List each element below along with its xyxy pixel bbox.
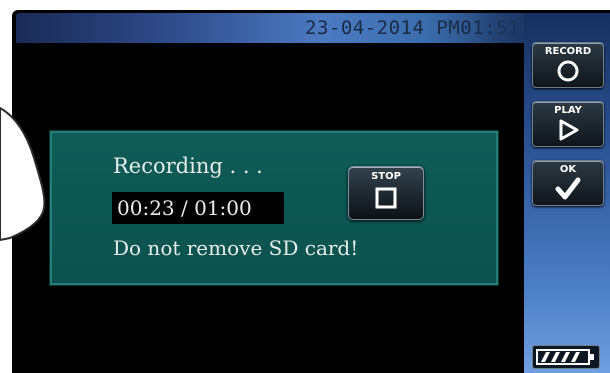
record-button[interactable]: RECORD [532, 42, 604, 88]
battery-icon [532, 345, 600, 369]
stop-square-icon [375, 187, 397, 209]
play-button-label: PLAY [554, 105, 582, 116]
stop-button[interactable]: STOP [348, 166, 424, 220]
battery-graphic [536, 349, 594, 365]
stop-button-label: STOP [371, 171, 401, 182]
ok-button-label: OK [559, 164, 577, 175]
status-bar-fade [474, 13, 528, 43]
circle-icon [557, 60, 579, 82]
record-button-label: RECORD [544, 46, 592, 57]
dialog-title: Recording . . . [113, 154, 263, 178]
checkmark-icon [555, 177, 581, 200]
recording-timer: 00:23 / 01:00 [117, 196, 252, 220]
ok-button[interactable]: OK [532, 160, 604, 206]
play-triangle-icon [559, 119, 579, 141]
play-button[interactable]: PLAY [532, 101, 604, 147]
sd-card-warning: Do not remove SD card! [113, 236, 359, 260]
